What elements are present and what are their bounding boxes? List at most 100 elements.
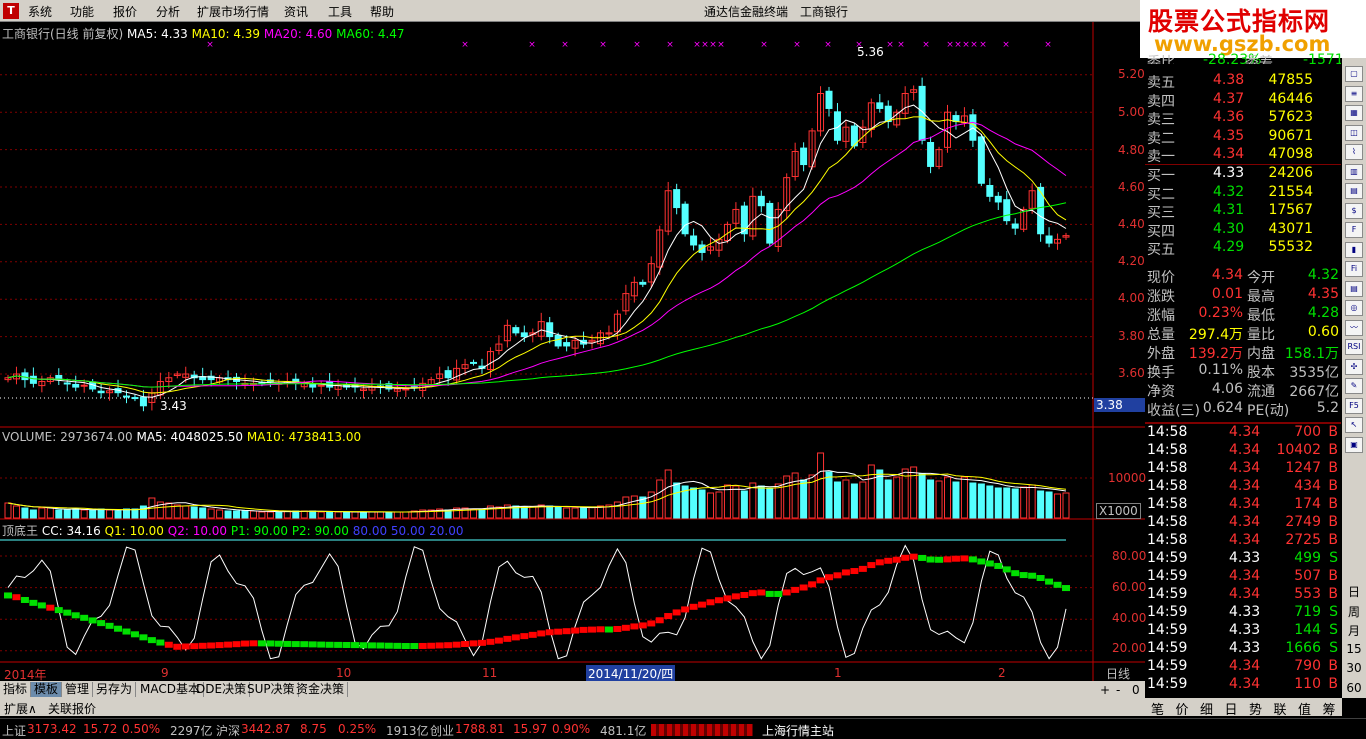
menu-item-tools[interactable]: 工具 <box>328 3 352 20</box>
period-button[interactable]: 15 <box>1342 642 1366 656</box>
zoom-in-button[interactable]: + <box>1100 683 1110 697</box>
table-icon[interactable]: ▤ <box>1345 183 1363 199</box>
server-station[interactable]: 上海行情主站 <box>762 722 834 739</box>
stat-label-right: PE(动) <box>1247 403 1290 419</box>
stat-label-right: 量比 <box>1247 327 1275 343</box>
volume-bar <box>546 505 554 519</box>
trend-segment <box>621 624 630 631</box>
volume-bar <box>520 506 528 519</box>
stat-label-right: 股本 <box>1247 365 1275 381</box>
trend-segment <box>968 556 977 563</box>
candle-body <box>470 361 478 364</box>
expand-button[interactable]: 扩展∧ <box>4 700 37 717</box>
volume-bar <box>927 479 935 519</box>
stat-value-left: 4.06 <box>1211 381 1243 397</box>
order-price: 4.34 <box>1213 146 1245 163</box>
signal-marker: × <box>954 40 962 50</box>
volume-bar <box>757 485 765 519</box>
tab-indicator[interactable]: 指标 <box>0 682 32 697</box>
trade-volume: 700 <box>1294 424 1321 440</box>
quote-tab[interactable]: 联 <box>1274 699 1287 718</box>
signal-marker: × <box>979 40 987 50</box>
app-logo-icon[interactable]: T <box>3 3 19 19</box>
fund-icon[interactable]: $ <box>1345 202 1363 219</box>
list-icon[interactable]: ≡ <box>1345 85 1363 102</box>
draw-icon[interactable]: ✎ <box>1345 378 1363 394</box>
menu-item-ext-market[interactable]: 扩展市场行情 <box>197 3 269 20</box>
tab-manage[interactable]: 管理 <box>62 682 94 697</box>
period-button[interactable]: 日 <box>1342 583 1366 600</box>
period-button[interactable]: 周 <box>1342 603 1366 620</box>
related-quote-button[interactable]: 关联报价 <box>48 700 96 717</box>
volume-bar <box>1020 486 1028 519</box>
order-volume: 21554 <box>1268 183 1313 200</box>
tab-save-as[interactable]: 另存为 <box>93 682 137 697</box>
period-label[interactable]: 日线 <box>1106 665 1130 682</box>
quote-tab[interactable]: 细 <box>1200 699 1213 718</box>
kline-chart[interactable]: × × × × × × × × × × × × × × × × × × × × × × × × × <box>0 22 1145 681</box>
crosshair-icon[interactable]: ✣ <box>1345 358 1363 375</box>
trend-segment <box>1028 572 1037 579</box>
circle-icon[interactable]: ◎ <box>1345 300 1363 316</box>
quote-tab[interactable]: 价 <box>1176 699 1189 718</box>
tab-sup[interactable]: SUP决策 <box>244 682 299 697</box>
menu-bar: T 系统 功能 报价 分析 扩展市场行情 资讯 工具 帮助 通达信金融终端 工商… <box>0 0 1140 22</box>
volume-bar <box>131 508 139 519</box>
grid-icon[interactable]: ▦ <box>1345 105 1363 121</box>
trend-segment <box>1002 566 1011 573</box>
ask-row: 卖五 4.38 47855 <box>1145 72 1341 91</box>
rsi-icon[interactable]: RSI <box>1345 339 1363 355</box>
report-icon[interactable]: ▤ <box>1345 280 1363 297</box>
bid-row: 买四 4.30 43071 <box>1145 221 1341 240</box>
stat-label-left: 收益(三) <box>1147 403 1200 419</box>
overlay-icon[interactable]: ▣ <box>1345 436 1363 453</box>
trade-time: 14:58 <box>1147 514 1188 530</box>
volume-bar <box>986 485 994 519</box>
ind-y-tick-60: 60.00 <box>1112 580 1147 594</box>
menu-item-quote[interactable]: 报价 <box>113 3 137 20</box>
f5-icon[interactable]: F5 <box>1345 397 1363 414</box>
zoom-out-button[interactable]: - <box>1116 683 1120 697</box>
bar-icon[interactable]: ▮ <box>1345 241 1363 258</box>
zoom-reset-button[interactable]: 0 <box>1132 683 1140 697</box>
quote-tab[interactable]: 日 <box>1225 699 1238 718</box>
tab-template[interactable]: 模板 <box>31 682 63 697</box>
volume-bar <box>952 481 960 519</box>
menu-item-help[interactable]: 帮助 <box>370 3 394 20</box>
trend-segment <box>444 642 453 649</box>
signal-marker: × <box>528 40 536 50</box>
quote-tab[interactable]: 势 <box>1249 699 1262 718</box>
trend-segment <box>647 620 656 627</box>
chart-icon[interactable]: ◫ <box>1345 124 1363 141</box>
menu-item-info[interactable]: 资讯 <box>284 3 308 20</box>
quote-tab[interactable]: 值 <box>1298 699 1311 718</box>
trade-side: S <box>1329 622 1338 638</box>
f10-icon[interactable]: F <box>1345 222 1363 238</box>
trend-segment <box>571 627 580 634</box>
window-icon[interactable]: ▢ <box>1345 66 1363 82</box>
trade-price: 4.33 <box>1229 550 1261 566</box>
volume-bar <box>351 511 359 519</box>
line-icon[interactable]: 〰 <box>1345 319 1363 336</box>
quote-tab[interactable]: 筹 <box>1323 699 1336 718</box>
tab-funds[interactable]: 资金决策 <box>293 682 349 697</box>
trend-segment <box>54 607 63 614</box>
cursor-icon[interactable]: ↖ <box>1345 417 1363 433</box>
kline-icon[interactable]: ▥ <box>1345 163 1363 180</box>
period-button[interactable]: 60 <box>1342 681 1366 695</box>
trend-icon[interactable]: ⌇ <box>1345 144 1363 160</box>
order-price: 4.29 <box>1213 239 1245 256</box>
ma5-line <box>7 104 1067 398</box>
quote-tab[interactable]: 笔 <box>1151 699 1164 718</box>
period-button[interactable]: 月 <box>1342 622 1366 639</box>
period-button[interactable]: 30 <box>1342 661 1366 675</box>
volume-bar <box>249 510 257 519</box>
menu-item-system[interactable]: 系统 <box>28 3 52 20</box>
candle-body <box>520 332 528 338</box>
y-tick-500: 5.00 <box>1118 105 1145 119</box>
tab-dde[interactable]: DDE决策 <box>193 682 251 697</box>
menu-item-function[interactable]: 功能 <box>70 3 94 20</box>
menu-item-analysis[interactable]: 分析 <box>156 3 180 20</box>
trend-segment <box>334 641 343 648</box>
fiz-icon[interactable]: Fi <box>1345 261 1363 277</box>
